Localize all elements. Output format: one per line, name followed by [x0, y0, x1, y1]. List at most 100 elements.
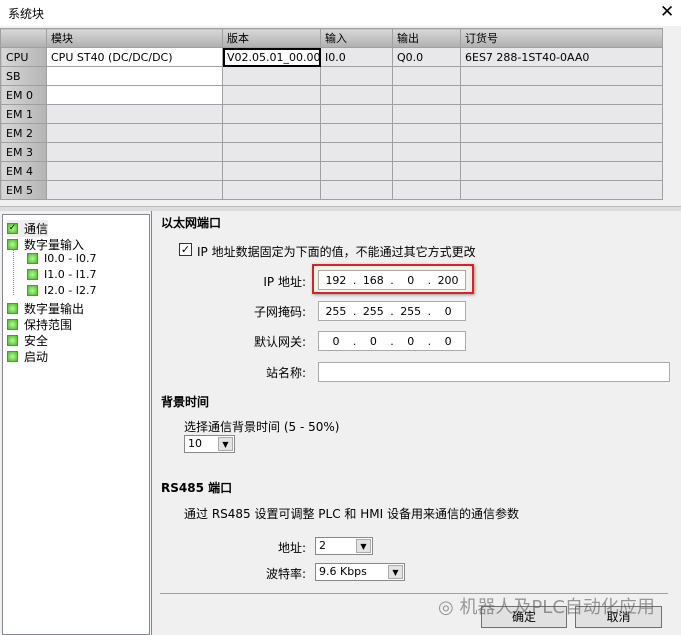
cell-input[interactable]: I0.0 [320, 47, 393, 67]
cell-input[interactable] [320, 161, 393, 181]
tree-item-startup[interactable]: 启动 [7, 348, 48, 365]
node-icon [27, 269, 38, 280]
fixed-ip-label: IP 地址数据固定为下面的值，不能通过其它方式更改 [197, 245, 476, 259]
cell-output[interactable] [392, 142, 461, 162]
tree-label: I1.0 - I1.7 [44, 268, 97, 281]
cell-output[interactable] [392, 66, 461, 86]
background-time-select[interactable]: 10 ▼ [184, 435, 235, 453]
tree-item-i0[interactable]: I0.0 - I0.7 [27, 252, 96, 265]
tree-item-i2[interactable]: I2.0 - I2.7 [27, 284, 96, 297]
station-name-input[interactable] [318, 362, 670, 382]
cell-order[interactable]: 6ES7 288-1ST40-0AA0 [460, 47, 663, 67]
cell-order[interactable] [460, 142, 663, 162]
cell-order[interactable] [460, 180, 663, 200]
cell-slot: EM 3 [0, 142, 47, 162]
cell-input[interactable] [320, 142, 393, 162]
chevron-down-icon: ▼ [388, 565, 403, 579]
cell-order[interactable] [460, 123, 663, 143]
cell-input[interactable] [320, 85, 393, 105]
tree-item-digital-input[interactable]: 数字量输入 [7, 236, 84, 253]
tree-item-retentive[interactable]: 保持范围 [7, 316, 72, 333]
cell-version[interactable] [222, 66, 321, 86]
wechat-icon: ◎ [438, 597, 460, 618]
cell-version[interactable] [222, 161, 321, 181]
cell-output[interactable] [392, 180, 461, 200]
cell-slot: EM 4 [0, 161, 47, 181]
tree-label: 安全 [24, 334, 49, 348]
splitter[interactable] [0, 206, 681, 211]
cell-version[interactable] [222, 142, 321, 162]
address-select[interactable]: 2 ▼ [315, 537, 373, 555]
cell-order[interactable] [460, 161, 663, 181]
station-name-label: 站名称: [265, 366, 306, 380]
tree-item-i1[interactable]: I1.0 - I1.7 [27, 268, 96, 281]
background-title: 背景时间 [161, 395, 210, 409]
table-row[interactable]: CPUCPU ST40 (DC/DC/DC)V02.05.01_00.00...… [0, 47, 663, 67]
tree-line [13, 249, 14, 295]
gateway-input[interactable]: 0.0.0.0 [318, 331, 466, 351]
tree-label: 保持范围 [24, 318, 73, 332]
table-header: 模块 版本 输入 输出 订货号 [0, 28, 663, 48]
node-icon [7, 335, 18, 346]
cell-version[interactable]: V02.05.01_00.00... [222, 47, 321, 67]
close-icon[interactable]: ✕ [660, 2, 674, 22]
node-icon [7, 319, 18, 330]
header-input: 输入 [320, 28, 393, 48]
cell-slot: EM 2 [0, 123, 47, 143]
cell-module[interactable] [46, 123, 223, 143]
cell-slot: SB [0, 66, 47, 86]
baud-label: 波特率: [265, 567, 306, 581]
cell-module[interactable] [46, 180, 223, 200]
address-label: 地址: [277, 541, 306, 555]
cell-input[interactable] [320, 104, 393, 124]
cell-version[interactable] [222, 104, 321, 124]
subnet-label: 子网掩码: [253, 305, 306, 319]
ip-address-input[interactable]: 192. 168. 0. 200 [318, 270, 466, 290]
cell-output[interactable] [392, 104, 461, 124]
cell-order[interactable] [460, 66, 663, 86]
tree-label: 通信 [24, 222, 49, 236]
cell-module[interactable] [46, 85, 223, 105]
cell-input[interactable] [320, 180, 393, 200]
cell-order[interactable] [460, 104, 663, 124]
cell-module[interactable] [46, 66, 223, 86]
cell-module[interactable] [46, 161, 223, 181]
table-row[interactable]: EM 4 [0, 161, 663, 181]
cell-module[interactable]: CPU ST40 (DC/DC/DC) [46, 47, 223, 67]
cell-output[interactable] [392, 123, 461, 143]
table-row[interactable]: EM 2 [0, 123, 663, 143]
baud-select[interactable]: 9.6 Kbps ▼ [315, 563, 405, 581]
table-row[interactable]: EM 1 [0, 104, 663, 124]
cell-version[interactable] [222, 85, 321, 105]
cell-output[interactable]: Q0.0 [392, 47, 461, 67]
tree-label: 数字量输出 [24, 302, 85, 316]
table-row[interactable]: EM 3 [0, 142, 663, 162]
cell-version[interactable] [222, 180, 321, 200]
tree-item-communication[interactable]: ✓ 通信 [7, 220, 49, 237]
cell-input[interactable] [320, 66, 393, 86]
panel-divider [151, 211, 152, 635]
cell-input[interactable] [320, 123, 393, 143]
cell-module[interactable] [46, 104, 223, 124]
title-bar: 系统块 ✕ [0, 0, 681, 26]
header-version: 版本 [222, 28, 321, 48]
cell-output[interactable] [392, 85, 461, 105]
header-output: 输出 [392, 28, 461, 48]
subnet-mask-input[interactable]: 255. 255. 255. 0 [318, 301, 466, 321]
cell-slot: EM 5 [0, 180, 47, 200]
cell-slot: CPU [0, 47, 47, 67]
chevron-down-icon: ▼ [218, 437, 233, 451]
window-title: 系统块 [8, 7, 45, 21]
header-order: 订货号 [460, 28, 663, 48]
tree-item-security[interactable]: 安全 [7, 332, 48, 349]
tree-label: 数字量输入 [24, 238, 85, 252]
table-row[interactable]: EM 5 [0, 180, 663, 200]
table-row[interactable]: EM 0 [0, 85, 663, 105]
cell-module[interactable] [46, 142, 223, 162]
fixed-ip-checkbox[interactable]: ✓ [179, 243, 192, 256]
tree-item-digital-output[interactable]: 数字量输出 [7, 300, 84, 317]
cell-version[interactable] [222, 123, 321, 143]
cell-order[interactable] [460, 85, 663, 105]
table-row[interactable]: SB [0, 66, 663, 86]
cell-output[interactable] [392, 161, 461, 181]
